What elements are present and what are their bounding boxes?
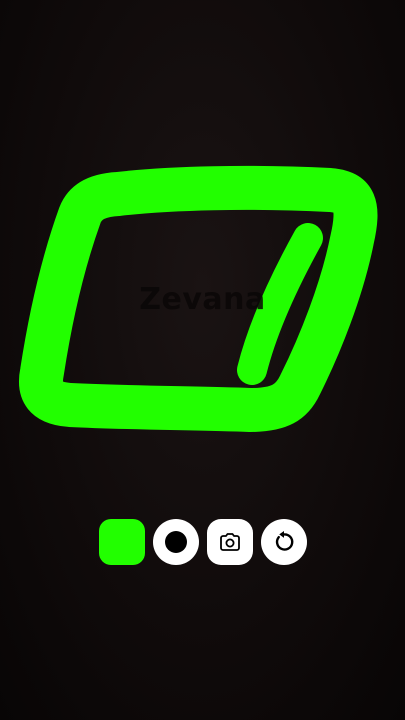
brush-dot-icon [165, 531, 187, 553]
undo-button[interactable] [261, 519, 307, 565]
brush-size-button[interactable] [153, 519, 199, 565]
watermark-label: Zevana [139, 282, 266, 317]
camera-button[interactable] [207, 519, 253, 565]
undo-icon [271, 529, 297, 555]
drawing-canvas[interactable] [0, 0, 405, 720]
drawing-screen: Zevana [0, 0, 405, 720]
drawing-toolbar [99, 519, 307, 565]
color-swatch-button[interactable] [99, 519, 145, 565]
camera-icon [218, 530, 242, 554]
